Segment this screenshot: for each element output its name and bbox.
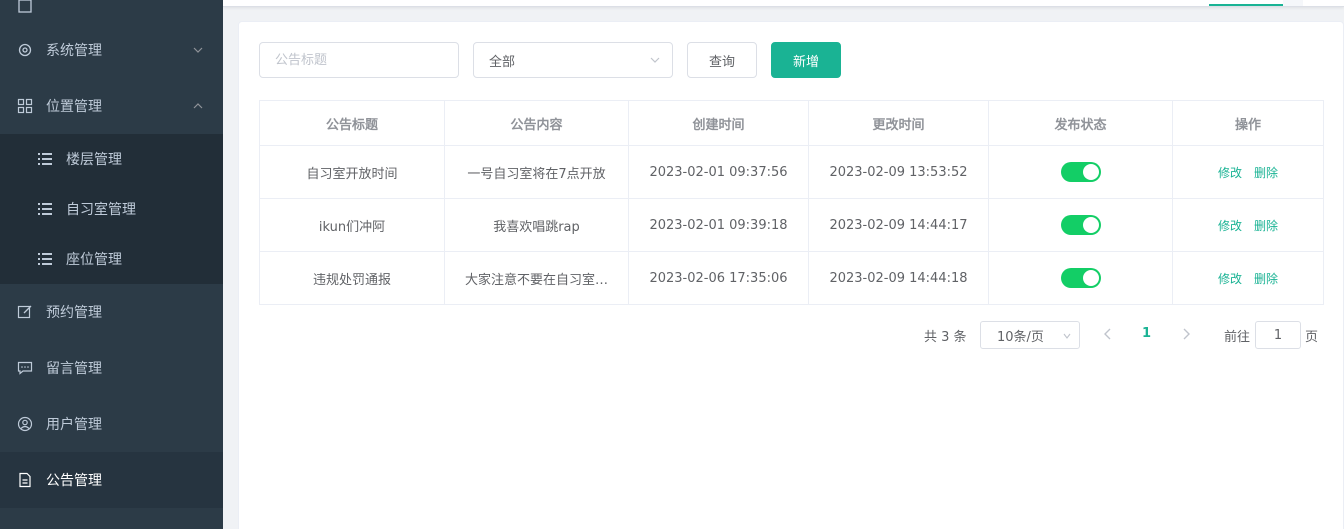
table-row: 自习室开放时间 一号自习室将在7点开放 2023-02-01 09:37:56 …: [259, 145, 1324, 199]
sidebar-item-study-room[interactable]: 自习室管理: [0, 184, 223, 234]
chevron-up-icon: [193, 103, 203, 109]
goto-page-input[interactable]: [1255, 321, 1301, 349]
delete-link[interactable]: 删除: [1254, 219, 1278, 233]
cell-actions: 修改 删除: [1172, 198, 1324, 252]
cell-status: [988, 251, 1173, 305]
edit-link[interactable]: 修改: [1218, 219, 1242, 233]
sidebar-item-label: 公告管理: [46, 473, 102, 489]
title-search-input[interactable]: [259, 42, 459, 78]
sidebar-item-location[interactable]: 位置管理: [0, 78, 223, 134]
cell-content: 大家注意不要在自习室…: [444, 251, 629, 305]
gear-icon: [17, 42, 33, 58]
notice-table: 公告标题 公告内容 创建时间 更改时间 发布状态 操作 自习室开放时间 一号自习…: [259, 100, 1324, 305]
sidebar-item-label: 楼层管理: [66, 152, 122, 168]
table-row: 违规处罚通报 大家注意不要在自习室… 2023-02-06 17:35:06 2…: [259, 251, 1324, 305]
query-button-label: 查询: [708, 54, 735, 70]
status-select[interactable]: 全部: [473, 42, 673, 78]
cell-actions: 修改 删除: [1172, 251, 1324, 305]
edit-link[interactable]: 修改: [1218, 272, 1242, 286]
current-page-number[interactable]: 1: [1142, 326, 1151, 341]
page-suffix-label: 页: [1305, 330, 1319, 345]
grid-icon: [17, 98, 33, 114]
list-icon: [38, 203, 52, 215]
cell-status: [988, 145, 1173, 199]
edit-link[interactable]: 修改: [1218, 166, 1242, 180]
publish-toggle[interactable]: [1060, 215, 1101, 235]
delete-link[interactable]: 删除: [1254, 166, 1278, 180]
column-header: 更改时间: [808, 100, 989, 146]
publish-toggle[interactable]: [1060, 268, 1101, 288]
cell-content: 我喜欢唱跳rap: [444, 198, 629, 252]
top-bar: [223, 0, 1344, 7]
page-size-select[interactable]: 10条/页: [980, 321, 1080, 349]
publish-toggle[interactable]: [1060, 162, 1101, 182]
sidebar-item-label: 座位管理: [66, 252, 122, 268]
sidebar-item-floor[interactable]: 楼层管理: [0, 134, 223, 184]
cell-updated: 2023-02-09 13:53:52: [808, 145, 989, 199]
cell-content: 一号自习室将在7点开放: [444, 145, 629, 199]
page-size-value: 10条/页: [997, 329, 1044, 345]
sidebar-item-seat[interactable]: 座位管理: [0, 234, 223, 284]
sidebar-item-label: 留言管理: [46, 361, 102, 377]
user-icon: [17, 416, 33, 432]
cell-updated: 2023-02-09 14:44:18: [808, 251, 989, 305]
cell-title: ikun们冲阿: [259, 198, 445, 252]
cell-status: [988, 198, 1173, 252]
status-select-value: 全部: [489, 54, 516, 70]
table-header-row: 公告标题 公告内容 创建时间 更改时间 发布状态 操作: [259, 100, 1324, 146]
chevron-down-icon: [650, 57, 660, 63]
goto-label: 前往: [1224, 330, 1251, 345]
tab-separator: [1283, 0, 1303, 6]
column-header: 公告内容: [444, 100, 629, 146]
table-row: ikun们冲阿 我喜欢唱跳rap 2023-02-01 09:39:18 202…: [259, 198, 1324, 252]
cell-title: 自习室开放时间: [259, 145, 445, 199]
cell-updated: 2023-02-09 14:44:17: [808, 198, 989, 252]
add-button[interactable]: 新增: [771, 42, 841, 78]
query-button[interactable]: 查询: [687, 42, 757, 78]
delete-link[interactable]: 删除: [1254, 272, 1278, 286]
chevron-left-icon[interactable]: [1100, 326, 1116, 342]
document-icon: [17, 472, 33, 488]
cell-created: 2023-02-01 09:37:56: [628, 145, 809, 199]
home-icon: [17, 0, 33, 14]
sidebar: 系统管理 位置管理 楼层管理 自习室管理 座位管理 预约管理 留言管理 用户管理…: [0, 0, 223, 529]
sidebar-item-label: 自习室管理: [66, 202, 136, 218]
list-icon: [38, 253, 52, 265]
cell-created: 2023-02-01 09:39:18: [628, 198, 809, 252]
sidebar-item-system[interactable]: 系统管理: [0, 22, 223, 78]
pagination-total: 共 3 条: [924, 330, 967, 345]
chevron-right-icon[interactable]: [1178, 326, 1194, 342]
cell-title: 违规处罚通报: [259, 251, 445, 305]
sidebar-item-message[interactable]: 留言管理: [0, 340, 223, 396]
sidebar-item-label: 用户管理: [46, 417, 102, 433]
sidebar-item-label: 位置管理: [46, 99, 102, 115]
sidebar-item-label: 预约管理: [46, 305, 102, 321]
active-tab-indicator[interactable]: [1209, 4, 1283, 6]
chevron-down-icon: [193, 47, 203, 53]
column-header: 公告标题: [259, 100, 445, 146]
sidebar-item-reservation[interactable]: 预约管理: [0, 284, 223, 340]
list-icon: [38, 153, 52, 165]
cell-created: 2023-02-06 17:35:06: [628, 251, 809, 305]
chevron-down-icon: [1063, 333, 1071, 339]
column-header: 操作: [1172, 100, 1324, 146]
add-button-label: 新增: [792, 54, 819, 70]
column-header: 发布状态: [988, 100, 1173, 146]
sidebar-item-label: 系统管理: [46, 43, 102, 59]
cell-actions: 修改 删除: [1172, 145, 1324, 199]
column-header: 创建时间: [628, 100, 809, 146]
sidebar-item-notice[interactable]: 公告管理: [0, 452, 223, 508]
edit-icon: [17, 304, 33, 320]
message-icon: [17, 360, 33, 376]
sidebar-item-user[interactable]: 用户管理: [0, 396, 223, 452]
